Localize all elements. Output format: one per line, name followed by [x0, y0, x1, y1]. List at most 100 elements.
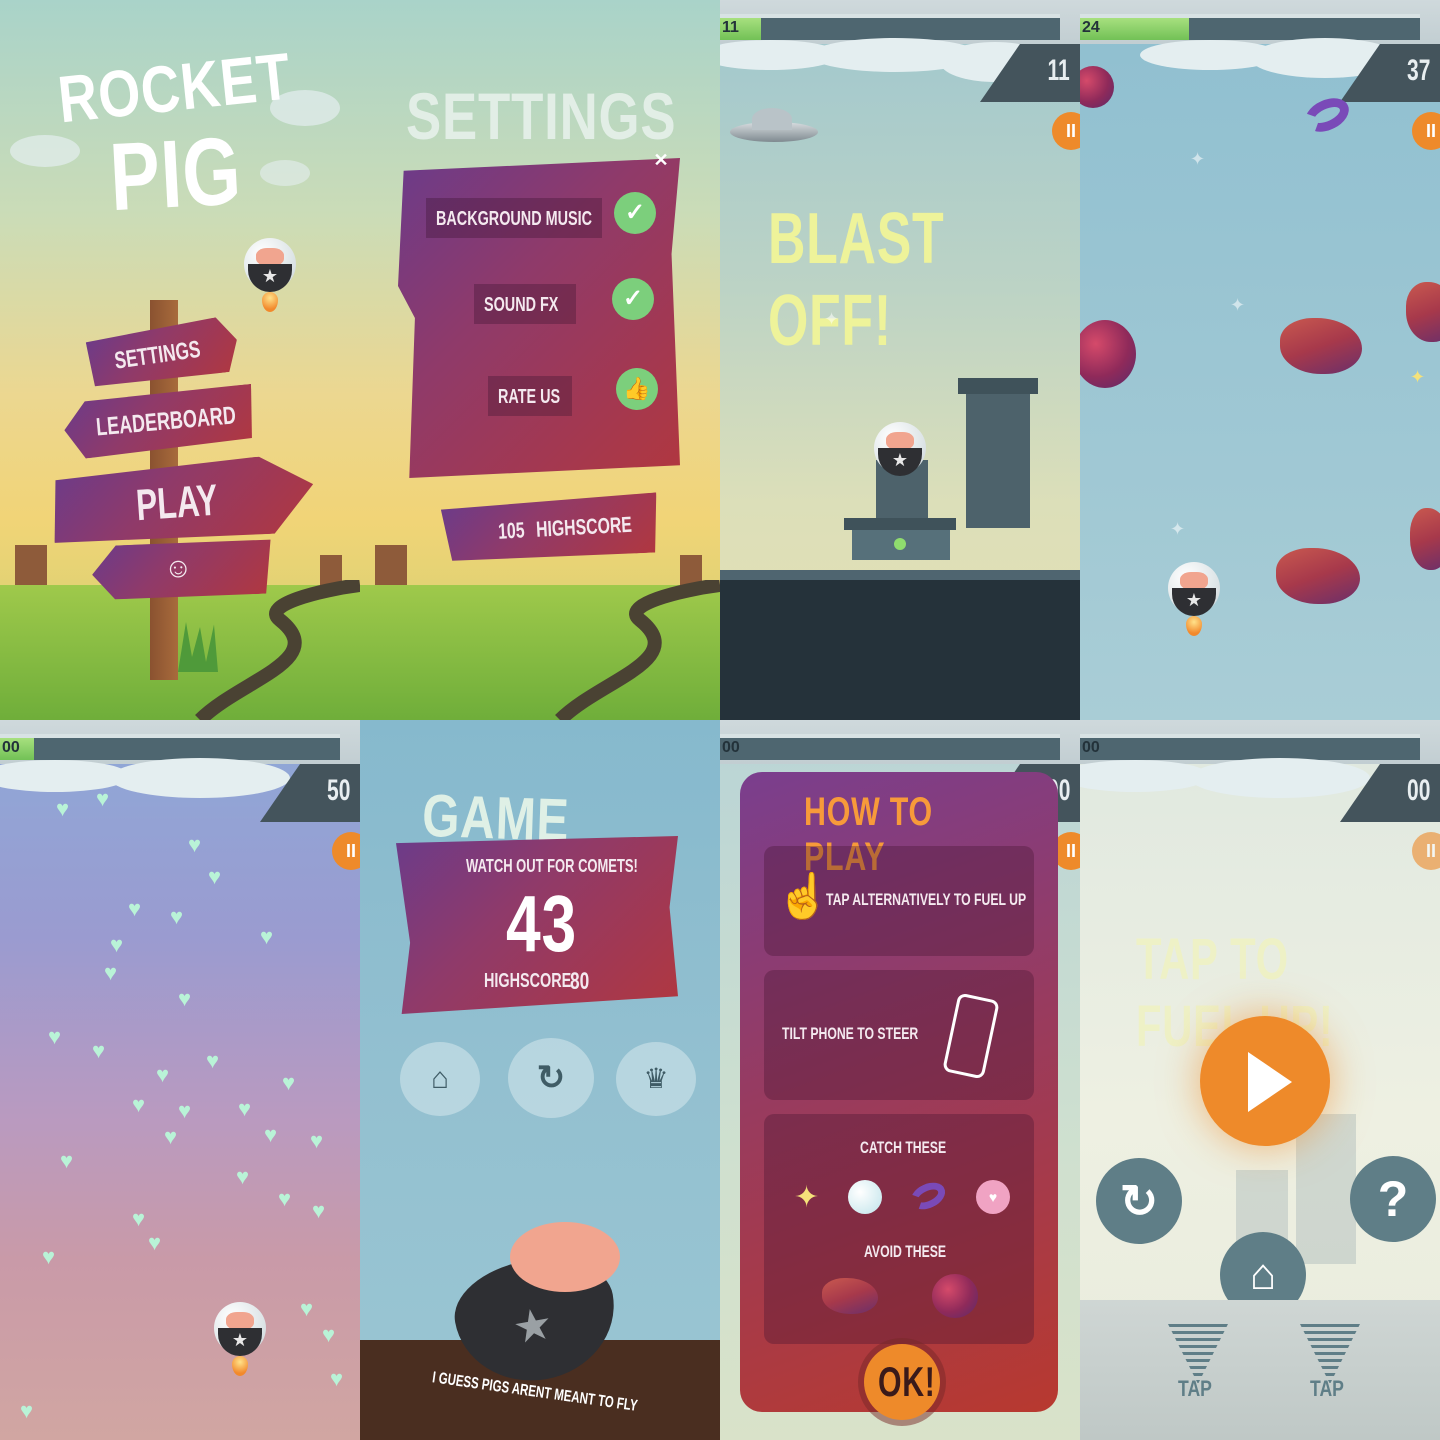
rate-us-row: RATE US [488, 376, 572, 416]
asteroid-rock [1410, 508, 1440, 570]
sparkle: ✦ [1170, 519, 1186, 539]
heart-particle: ♥ [128, 896, 142, 921]
tap-instruction-text: TAP ALTERNATIVELY TO FUEL UP [826, 890, 1027, 909]
sound-fx-row: SOUND FX [474, 284, 576, 324]
play-button[interactable] [1200, 1016, 1330, 1146]
game-over-screen: GAME OVER WATCH OUT FOR COMETS! 43 HIGHS… [360, 720, 720, 1440]
fuel-bar: 00 [0, 734, 340, 760]
highscore-value: 105 [497, 517, 526, 544]
help-button[interactable]: ? [1350, 1156, 1436, 1242]
avoid-label: AVOID THESE [864, 1242, 947, 1261]
fuel-label: 00 [722, 739, 740, 756]
crown-icon[interactable]: ♛ [616, 1042, 696, 1116]
path [555, 580, 720, 720]
tower-faded [1296, 1114, 1356, 1264]
score-board: WATCH OUT FOR COMETS! 43 HIGHSCORE 80 [396, 836, 678, 1014]
final-score: 43 [506, 879, 577, 968]
path [195, 580, 360, 720]
heart-particle: ♥ [312, 1198, 326, 1223]
background-music-toggle[interactable]: ✓ [614, 192, 656, 234]
star-powerup: ✦ [1410, 367, 1426, 387]
heart-particle: ♥ [238, 1096, 252, 1121]
leaderboard-sign[interactable]: LEADERBOARD [62, 384, 257, 460]
heart-particle: ♥ [260, 924, 274, 949]
pig-face-icon: ☺ [163, 551, 194, 584]
heart-particle: ♥ [178, 986, 192, 1011]
heart-particle: ♥ [148, 1230, 162, 1255]
sound-fx-label: SOUND FX [484, 294, 559, 316]
pause-button[interactable]: II [1052, 112, 1080, 150]
settings-title: SETTINGS [406, 79, 677, 153]
pause-button[interactable]: II [1412, 832, 1440, 870]
close-icon[interactable]: ✕ [650, 150, 672, 172]
magnet-item-icon [906, 1177, 950, 1215]
status-light [894, 538, 906, 550]
heart-item-icon: ♥ [976, 1180, 1010, 1214]
heart-particle: ♥ [330, 1366, 344, 1391]
bubble-item-icon [848, 1180, 882, 1214]
heart-particle: ♥ [282, 1070, 296, 1095]
flight-screen: 24 37 II ✦ ✦ ✦ ✦ ★ [1080, 0, 1440, 720]
play-sign[interactable]: PLAY [50, 453, 317, 549]
background-music-row: BACKGROUND MUSIC [426, 198, 602, 238]
profile-sign[interactable]: ☺ [91, 537, 274, 602]
asteroid-rock [1406, 282, 1440, 342]
ufo [720, 100, 820, 150]
pause-button[interactable]: II [1412, 112, 1440, 150]
catch-avoid-row: CATCH THESE ✦ ♥ AVOID THESE [764, 1114, 1034, 1344]
pig-face [510, 1222, 620, 1292]
pause-button[interactable]: II [332, 832, 360, 870]
highscore-plank: 105 HIGHSCORE [441, 492, 660, 563]
fuel-up-screen: 00 00 II TAP TO FUEL UP! ↻ ? ⌂ TAP TAP [1080, 720, 1440, 1440]
home-icon[interactable]: ⌂ [400, 1042, 480, 1116]
heart-particle: ♥ [48, 1024, 62, 1049]
fuel-up-headline: TAP TO FUEL UP! [1136, 927, 1333, 1059]
tap-right-label: TAP [1310, 1376, 1344, 1401]
how-to-play-screen: 00 00 II HOW TO PLAY ☝ TAP ALTERNATIVELY… [720, 720, 1080, 1440]
catch-label: CATCH THESE [860, 1138, 947, 1157]
how-to-play-card: HOW TO PLAY ☝ TAP ALTERNATIVELY TO FUEL … [740, 772, 1058, 1420]
highscore-value: 80 [570, 968, 590, 995]
launch-screen: 11 11 II BLAST OFF! ✦ ★ [720, 0, 1080, 720]
ground-platform [720, 570, 1080, 720]
score-value: 50 [326, 774, 350, 807]
play-icon [1248, 1052, 1292, 1112]
restart-icon[interactable]: ↻ [1096, 1158, 1182, 1244]
heart-particle: ♥ [170, 904, 184, 929]
comet [1080, 66, 1114, 108]
ok-button[interactable]: OK! [864, 1344, 940, 1420]
fuel-bar: 00 [720, 734, 1060, 760]
hud-bar: 24 [1080, 0, 1440, 44]
heart-particle: ♥ [206, 1048, 220, 1073]
sparkle: ✦ [824, 309, 840, 329]
heart-particle: ♥ [60, 1148, 74, 1173]
sound-fx-toggle[interactable]: ✓ [612, 278, 654, 320]
asteroid-rock [1276, 548, 1360, 604]
tilt-instruction-text: TILT PHONE TO STEER [782, 1024, 919, 1043]
heart-particle: ♥ [132, 1206, 146, 1231]
help-icon: ? [1377, 1171, 1409, 1227]
heart-particle: ♥ [310, 1128, 324, 1153]
thumbs-up-icon[interactable]: 👍 [616, 368, 658, 410]
restart-icon[interactable]: ↻ [508, 1038, 594, 1118]
heart-particle: ♥ [188, 832, 202, 857]
fuel-label: 24 [1082, 19, 1100, 36]
fuel-label: 00 [2, 739, 20, 756]
heart-particle: ♥ [208, 864, 222, 889]
hearts-screen: 00 50 II ♥ ♥ ♥ ♥ ♥ ♥ ♥ ♥ ♥ ♥ ♥ ♥ ♥ ♥ ♥ ♥ ♥ ♥ ♥ ♥ ♥ ♥ ♥ ♥ ♥ ♥ ♥ ♥ ♥ ♥ ♥… [0, 720, 360, 1440]
tap-left-label: TAP [1178, 1376, 1212, 1401]
phone-tilt-icon [942, 992, 1000, 1080]
hud-bar: 00 [0, 720, 360, 764]
heart-particle: ♥ [178, 1098, 192, 1123]
score-value: 11 [1047, 54, 1070, 87]
settings-screen: SETTINGS ✕ BACKGROUND MUSIC ✓ SOUND FX ✓… [360, 0, 720, 720]
tap-zone-right[interactable]: TAP [1280, 1324, 1380, 1414]
heart-particle: ♥ [56, 796, 70, 821]
how-to-play-title: HOW TO PLAY [804, 790, 933, 879]
fuel-label: 11 [722, 19, 739, 36]
rocket-pig-character: ★ [214, 1302, 266, 1376]
tap-zone-left[interactable]: TAP [1148, 1324, 1248, 1414]
settings-sign-label: SETTINGS [112, 335, 203, 375]
fuel-bar: 24 [1080, 14, 1420, 40]
cloud [110, 758, 290, 798]
